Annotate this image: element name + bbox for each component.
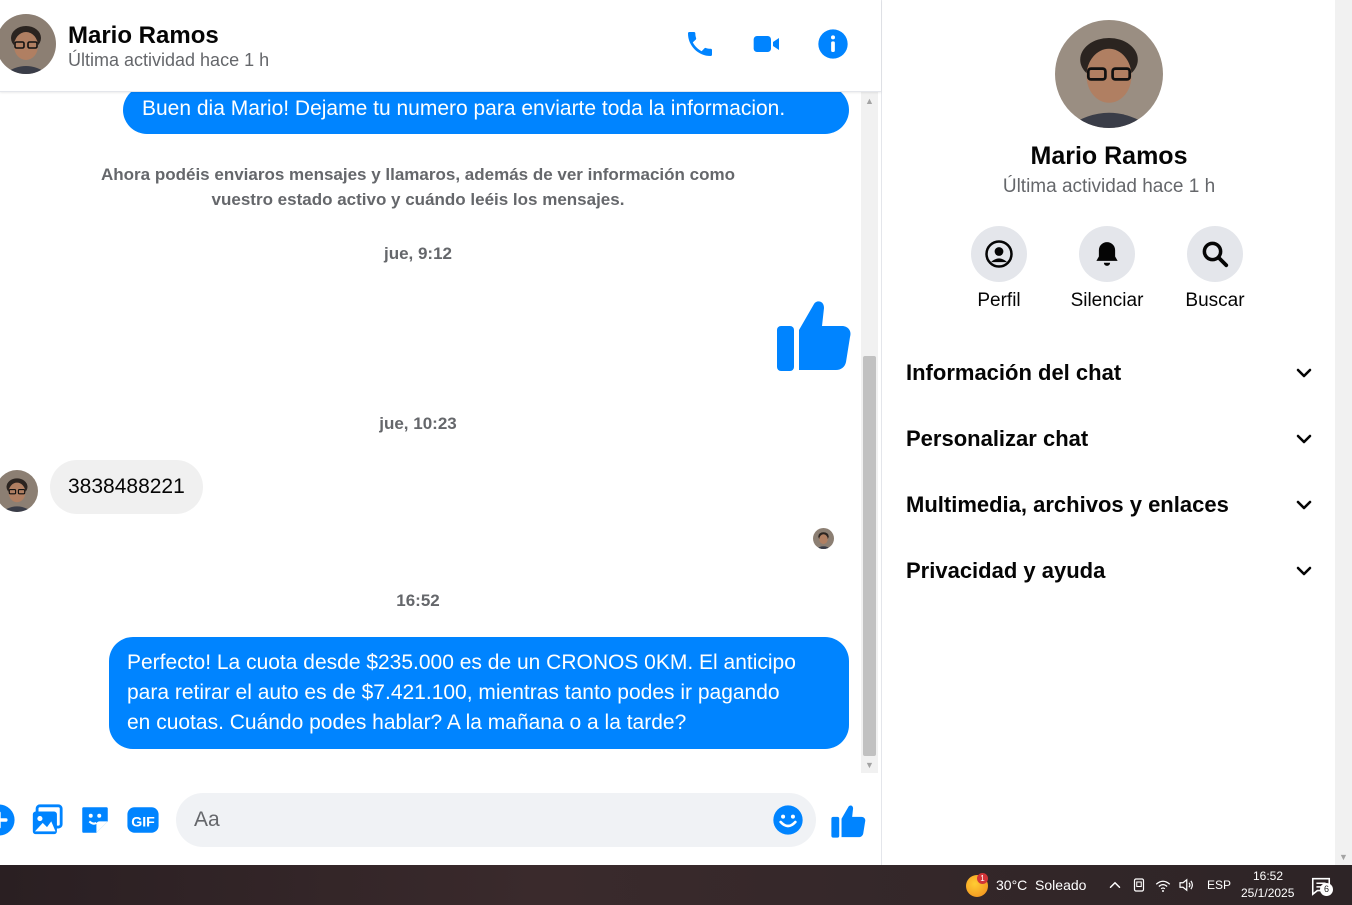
sticker-icon [82, 807, 108, 833]
message-bubble-incoming[interactable]: 3838488221 [50, 460, 203, 514]
like-sticker-message[interactable] [774, 296, 852, 374]
chat-info-panel: Mario Ramos Última actividad hace 1 h Pe… [881, 0, 1335, 865]
send-like-button[interactable] [830, 803, 866, 839]
message-text: Buen dia Mario! Dejame tu numero para en… [142, 97, 786, 120]
timestamp-separator: jue, 9:12 [383, 244, 453, 263]
profile-icon [985, 240, 1013, 268]
section-privacy-help[interactable]: Privacidad y ayuda [906, 546, 1316, 596]
timestamp-separator: 16:52 [396, 591, 440, 610]
scroll-down-arrow-icon[interactable]: ▼ [861, 756, 878, 773]
action-label: Buscar [1185, 290, 1245, 311]
smiley-icon [773, 805, 803, 835]
plus-circle-icon [0, 804, 15, 836]
profile-name: Mario Ramos [1030, 142, 1188, 170]
message-bubble-outgoing[interactable]: Perfecto! La cuota desde $235.000 es de … [109, 637, 849, 749]
scroll-up-arrow-icon[interactable]: ▲ [861, 92, 878, 109]
chevron-down-icon [1296, 500, 1312, 510]
phone-call-button[interactable] [684, 28, 716, 60]
more-actions-button[interactable] [0, 803, 16, 837]
action-search[interactable]: Buscar [1160, 226, 1270, 312]
scroll-thumb[interactable] [863, 356, 876, 756]
message-text: 3838488221 [68, 475, 185, 498]
message-list: Buen dia Mario! Dejame tu numero para en… [0, 92, 861, 773]
svg-text:GIF: GIF [131, 814, 155, 830]
message-scrollbar[interactable]: ▲ ▼ [861, 92, 878, 773]
system-note: Ahora podéis enviaros mensajes y llamaro… [60, 162, 776, 212]
contact-name[interactable]: Mario Ramos [68, 22, 219, 50]
section-media-files-links[interactable]: Multimedia, archivos y enlaces [906, 480, 1316, 530]
seen-indicator-avatar [813, 528, 834, 549]
phone-icon [688, 32, 712, 56]
section-label: Multimedia, archivos y enlaces [906, 492, 1229, 517]
gif-icon: GIF [127, 807, 159, 833]
sticker-button[interactable] [78, 803, 112, 837]
attach-photo-button[interactable] [30, 803, 64, 837]
message-text-line: en cuotas. Cuándo podes hablar? A la mañ… [127, 711, 687, 734]
info-icon [818, 29, 848, 59]
video-call-button[interactable] [751, 28, 783, 60]
scroll-down-arrow-icon[interactable]: ▼ [1335, 848, 1352, 865]
profile-status: Última actividad hace 1 h [1002, 176, 1216, 197]
action-profile-circle[interactable] [971, 226, 1027, 282]
chat-header: Mario Ramos Última actividad hace 1 h [0, 0, 881, 92]
sender-avatar [0, 470, 38, 512]
contact-avatar[interactable] [0, 14, 56, 74]
section-chat-info[interactable]: Información del chat [906, 348, 1316, 398]
action-label: Perfil [977, 290, 1021, 311]
chevron-down-icon [1296, 368, 1312, 378]
timestamp-separator: jue, 10:23 [379, 414, 457, 433]
input-language[interactable]: ESP [1207, 878, 1231, 892]
message-composer: GIF [0, 773, 881, 865]
search-icon [1202, 241, 1229, 268]
profile-avatar[interactable] [1055, 20, 1163, 128]
notification-count-badge: 6 [1320, 883, 1333, 896]
emoji-button[interactable] [772, 804, 804, 836]
gallery-icon [32, 804, 63, 835]
message-bubble-outgoing[interactable]: Buen dia Mario! Dejame tu numero para en… [123, 92, 849, 134]
action-mute[interactable]: Silenciar [1052, 226, 1162, 312]
chat-pane: Mario Ramos Última actividad hace 1 h Bu… [0, 0, 881, 865]
section-label: Personalizar chat [906, 426, 1089, 451]
message-input-container[interactable] [176, 793, 816, 847]
weather-badge: 1 [977, 873, 988, 884]
windows-taskbar: 1 30°C Soleado ESP 16:52 25/1/2025 6 [0, 865, 1352, 905]
chevron-up-icon[interactable] [1106, 876, 1124, 894]
wifi-icon[interactable] [1154, 876, 1172, 894]
volume-icon[interactable] [1177, 876, 1195, 894]
action-profile[interactable]: Perfil [944, 226, 1054, 312]
thumbs-up-icon [777, 301, 851, 371]
weather-text[interactable]: 30°C Soleado [996, 877, 1086, 893]
message-input[interactable] [194, 793, 774, 847]
bell-icon [1096, 242, 1118, 266]
clock-date[interactable]: 25/1/2025 [1241, 886, 1294, 900]
message-text-line: Perfecto! La cuota desde $235.000 es de … [127, 651, 796, 674]
page-scrollbar[interactable]: ▼ [1335, 0, 1352, 865]
contact-status: Última actividad hace 1 h [68, 50, 270, 70]
action-mute-circle[interactable] [1079, 226, 1135, 282]
system-note-line: Ahora podéis enviaros mensajes y llamaro… [101, 165, 735, 184]
action-search-circle[interactable] [1187, 226, 1243, 282]
gif-button[interactable]: GIF [126, 803, 160, 837]
system-note-line: vuestro estado activo y cuándo leéis los… [211, 190, 625, 209]
chevron-down-icon [1296, 566, 1312, 576]
clock-time[interactable]: 16:52 [1253, 869, 1283, 883]
section-label: Privacidad y ayuda [906, 558, 1106, 583]
device-icon[interactable] [1130, 876, 1148, 894]
thumbs-up-icon [831, 805, 866, 838]
action-label: Silenciar [1070, 290, 1144, 311]
messenger-window: Mario Ramos Última actividad hace 1 h Bu… [0, 0, 1352, 905]
chevron-down-icon [1296, 434, 1312, 444]
message-text-line: para retirar el auto es de $7.421.100, m… [127, 681, 780, 704]
chat-info-button[interactable] [817, 28, 849, 60]
video-camera-icon [753, 36, 779, 52]
section-label: Información del chat [906, 360, 1122, 385]
section-customize-chat[interactable]: Personalizar chat [906, 414, 1316, 464]
